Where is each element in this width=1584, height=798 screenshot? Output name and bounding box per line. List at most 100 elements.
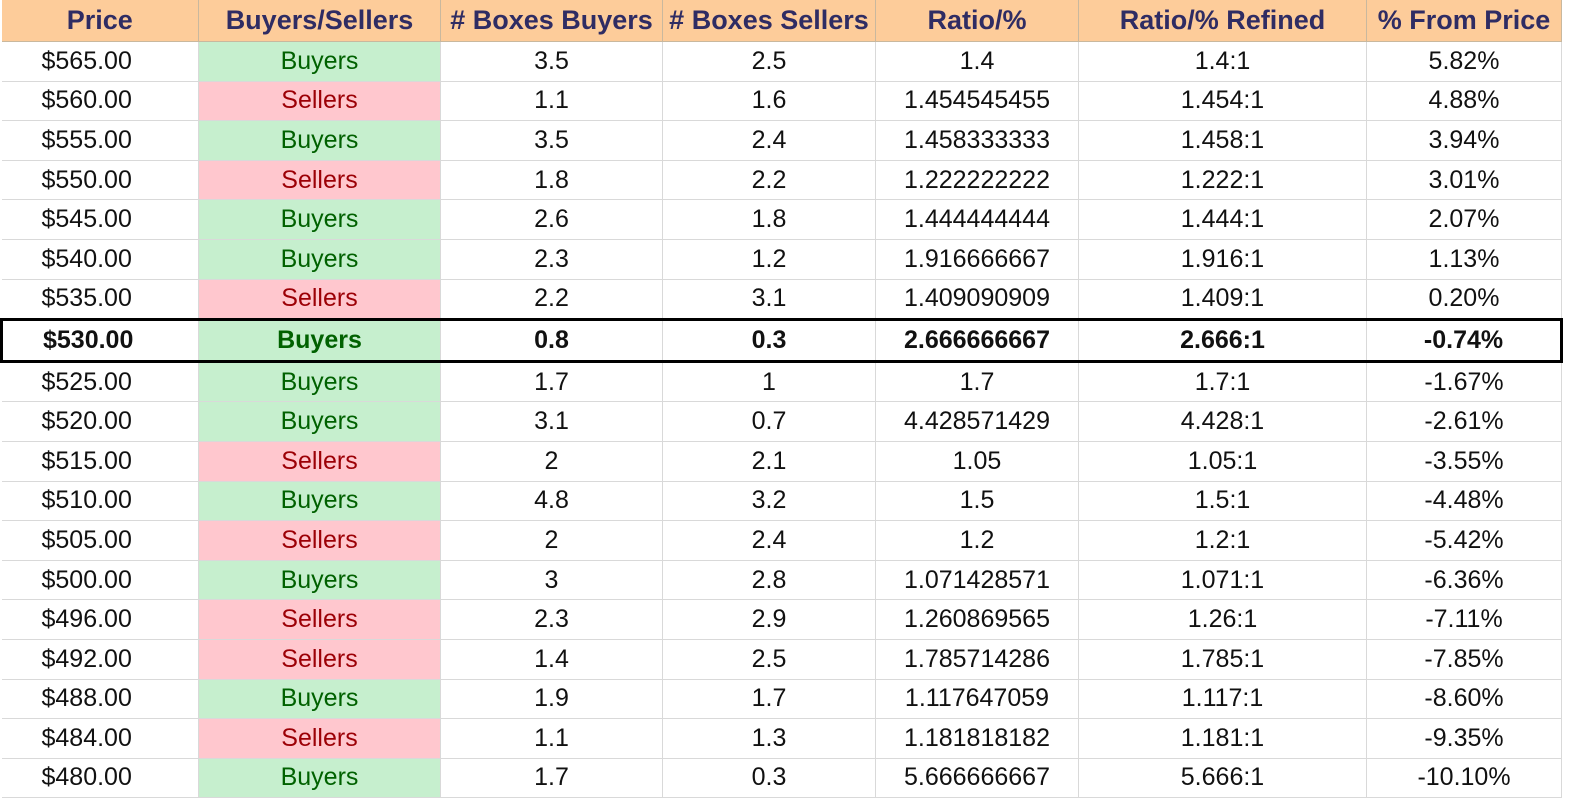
- boxes-sellers-cell[interactable]: 0.3: [662, 758, 876, 798]
- ratio-cell[interactable]: 1.181818182: [875, 718, 1079, 759]
- price-cell[interactable]: $540.00: [1, 239, 199, 280]
- from-price-cell[interactable]: -7.11%: [1366, 599, 1562, 640]
- side-cell[interactable]: Sellers: [198, 718, 441, 759]
- ratio-refined-cell[interactable]: 1.26:1: [1078, 599, 1367, 640]
- side-cell[interactable]: Buyers: [198, 679, 441, 720]
- from-price-cell[interactable]: -5.42%: [1366, 520, 1562, 561]
- price-cell[interactable]: $500.00: [1, 560, 199, 601]
- price-cell[interactable]: $535.00: [1, 279, 199, 321]
- from-price-cell[interactable]: -3.55%: [1366, 441, 1562, 482]
- boxes-sellers-cell[interactable]: 1.2: [662, 239, 876, 280]
- price-cell[interactable]: $488.00: [1, 679, 199, 720]
- from-price-cell[interactable]: -10.10%: [1366, 758, 1562, 798]
- boxes-sellers-cell[interactable]: 0.3: [662, 318, 876, 363]
- boxes-buyers-cell[interactable]: 3.1: [440, 401, 663, 442]
- side-cell[interactable]: Sellers: [198, 160, 441, 201]
- ratio-refined-cell[interactable]: 1.7:1: [1078, 361, 1367, 403]
- side-cell[interactable]: Buyers: [198, 199, 441, 240]
- boxes-sellers-cell[interactable]: 1.7: [662, 679, 876, 720]
- price-cell[interactable]: $480.00: [1, 758, 199, 798]
- ratio-cell[interactable]: 1.444444444: [875, 199, 1079, 240]
- ratio-refined-cell[interactable]: 1.444:1: [1078, 199, 1367, 240]
- ratio-refined-cell[interactable]: 1.409:1: [1078, 279, 1367, 321]
- ratio-cell[interactable]: 1.916666667: [875, 239, 1079, 280]
- ratio-cell[interactable]: 1.05: [875, 441, 1079, 482]
- header-boxes-buyers[interactable]: # Boxes Buyers: [440, 0, 663, 42]
- side-cell[interactable]: Buyers: [198, 401, 441, 442]
- ratio-refined-cell[interactable]: 1.2:1: [1078, 520, 1367, 561]
- price-cell[interactable]: $492.00: [1, 639, 199, 680]
- boxes-buyers-cell[interactable]: 3.5: [440, 41, 663, 82]
- boxes-buyers-cell[interactable]: 0.8: [440, 318, 663, 363]
- price-cell[interactable]: $520.00: [1, 401, 199, 442]
- side-cell[interactable]: Sellers: [198, 279, 441, 321]
- ratio-refined-cell[interactable]: 4.428:1: [1078, 401, 1367, 442]
- ratio-refined-cell[interactable]: 1.4:1: [1078, 41, 1367, 82]
- boxes-sellers-cell[interactable]: 2.4: [662, 120, 876, 161]
- ratio-cell[interactable]: 1.117647059: [875, 679, 1079, 720]
- from-price-cell[interactable]: -4.48%: [1366, 481, 1562, 522]
- ratio-cell[interactable]: 1.4: [875, 41, 1079, 82]
- boxes-buyers-cell[interactable]: 1.7: [440, 758, 663, 798]
- from-price-cell[interactable]: -2.61%: [1366, 401, 1562, 442]
- ratio-refined-cell[interactable]: 1.05:1: [1078, 441, 1367, 482]
- ratio-refined-cell[interactable]: 1.117:1: [1078, 679, 1367, 720]
- boxes-buyers-cell[interactable]: 1.1: [440, 81, 663, 122]
- side-cell[interactable]: Sellers: [198, 441, 441, 482]
- ratio-refined-cell[interactable]: 1.071:1: [1078, 560, 1367, 601]
- price-cell[interactable]: $496.00: [1, 599, 199, 640]
- boxes-sellers-cell[interactable]: 2.2: [662, 160, 876, 201]
- ratio-cell[interactable]: 1.409090909: [875, 279, 1079, 321]
- ratio-cell[interactable]: 1.454545455: [875, 81, 1079, 122]
- from-price-cell[interactable]: 0.20%: [1366, 279, 1562, 321]
- side-cell[interactable]: Sellers: [198, 599, 441, 640]
- boxes-sellers-cell[interactable]: 2.9: [662, 599, 876, 640]
- from-price-cell[interactable]: 3.94%: [1366, 120, 1562, 161]
- boxes-buyers-cell[interactable]: 1.4: [440, 639, 663, 680]
- boxes-sellers-cell[interactable]: 2.8: [662, 560, 876, 601]
- from-price-cell[interactable]: -8.60%: [1366, 679, 1562, 720]
- side-cell[interactable]: Sellers: [198, 81, 441, 122]
- header-buyers-sellers[interactable]: Buyers/Sellers: [198, 0, 441, 42]
- side-cell[interactable]: Buyers: [198, 41, 441, 82]
- price-cell[interactable]: $530.00: [0, 318, 199, 363]
- from-price-cell[interactable]: 2.07%: [1366, 199, 1562, 240]
- boxes-buyers-cell[interactable]: 2.3: [440, 599, 663, 640]
- ratio-cell[interactable]: 1.5: [875, 481, 1079, 522]
- boxes-sellers-cell[interactable]: 2.1: [662, 441, 876, 482]
- boxes-sellers-cell[interactable]: 3.2: [662, 481, 876, 522]
- side-cell[interactable]: Buyers: [198, 560, 441, 601]
- header-from-price[interactable]: % From Price: [1366, 0, 1562, 42]
- ratio-refined-cell[interactable]: 1.458:1: [1078, 120, 1367, 161]
- boxes-buyers-cell[interactable]: 1.1: [440, 718, 663, 759]
- from-price-cell[interactable]: 3.01%: [1366, 160, 1562, 201]
- ratio-refined-cell[interactable]: 5.666:1: [1078, 758, 1367, 798]
- price-cell[interactable]: $550.00: [1, 160, 199, 201]
- boxes-buyers-cell[interactable]: 3: [440, 560, 663, 601]
- boxes-buyers-cell[interactable]: 2.2: [440, 279, 663, 321]
- from-price-cell[interactable]: 1.13%: [1366, 239, 1562, 280]
- boxes-buyers-cell[interactable]: 2.6: [440, 199, 663, 240]
- side-cell[interactable]: Buyers: [198, 361, 441, 403]
- ratio-cell[interactable]: 1.2: [875, 520, 1079, 561]
- price-cell[interactable]: $484.00: [1, 718, 199, 759]
- boxes-buyers-cell[interactable]: 1.7: [440, 361, 663, 403]
- header-boxes-sellers[interactable]: # Boxes Sellers: [662, 0, 876, 42]
- from-price-cell[interactable]: -9.35%: [1366, 718, 1562, 759]
- ratio-cell[interactable]: 2.666666667: [875, 318, 1079, 363]
- boxes-sellers-cell[interactable]: 2.5: [662, 41, 876, 82]
- side-cell[interactable]: Buyers: [198, 481, 441, 522]
- boxes-sellers-cell[interactable]: 0.7: [662, 401, 876, 442]
- price-cell[interactable]: $555.00: [1, 120, 199, 161]
- boxes-sellers-cell[interactable]: 2.5: [662, 639, 876, 680]
- ratio-refined-cell[interactable]: 1.181:1: [1078, 718, 1367, 759]
- boxes-buyers-cell[interactable]: 2: [440, 520, 663, 561]
- header-ratio-refined[interactable]: Ratio/% Refined: [1078, 0, 1367, 42]
- side-cell[interactable]: Buyers: [198, 120, 441, 161]
- ratio-cell[interactable]: 4.428571429: [875, 401, 1079, 442]
- side-cell[interactable]: Buyers: [198, 758, 441, 798]
- boxes-buyers-cell[interactable]: 1.8: [440, 160, 663, 201]
- header-price[interactable]: Price: [1, 0, 199, 42]
- from-price-cell[interactable]: -7.85%: [1366, 639, 1562, 680]
- header-ratio[interactable]: Ratio/%: [875, 0, 1079, 42]
